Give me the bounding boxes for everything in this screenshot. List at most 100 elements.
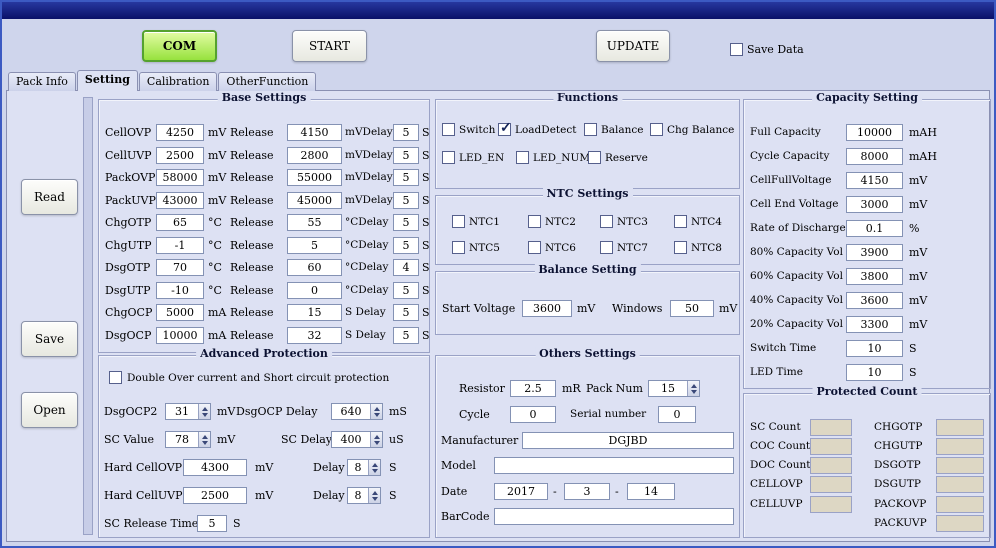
function-balance-checkbox-item[interactable]: Balance bbox=[584, 122, 643, 137]
delay-input[interactable] bbox=[393, 124, 419, 141]
start-button[interactable]: START bbox=[292, 30, 367, 62]
capacity-input[interactable] bbox=[846, 340, 903, 357]
delay-input[interactable] bbox=[393, 237, 419, 254]
save-button[interactable]: Save bbox=[21, 321, 78, 357]
spinner-down-icon[interactable] bbox=[372, 469, 378, 473]
capacity-input[interactable] bbox=[846, 364, 903, 381]
date-day-input[interactable] bbox=[627, 483, 675, 500]
capacity-input[interactable] bbox=[846, 268, 903, 285]
release-input[interactable] bbox=[287, 169, 342, 186]
sc-release-input[interactable] bbox=[197, 515, 227, 532]
param-input[interactable] bbox=[156, 259, 204, 276]
function-switch-checkbox-item[interactable]: Switch bbox=[442, 122, 495, 137]
ntc4-checkbox[interactable] bbox=[674, 215, 687, 228]
title-bar[interactable] bbox=[2, 2, 994, 19]
ntc2-checkbox-item[interactable]: NTC2 bbox=[528, 214, 576, 229]
delay-input[interactable] bbox=[393, 214, 419, 231]
windows-input[interactable] bbox=[670, 300, 714, 317]
hard-celluvp-input[interactable] bbox=[183, 487, 247, 504]
function-loaddetect-checkbox-item[interactable]: LoadDetect bbox=[498, 122, 576, 137]
pack-num-spinner[interactable]: 15 bbox=[648, 380, 700, 397]
function-led-num-checkbox[interactable] bbox=[516, 151, 529, 164]
spinner-up-icon[interactable] bbox=[202, 435, 208, 439]
spinner-buttons[interactable] bbox=[370, 432, 382, 447]
function-switch-checkbox[interactable] bbox=[442, 123, 455, 136]
manufacturer-input[interactable] bbox=[522, 432, 734, 449]
function-balance-checkbox[interactable] bbox=[584, 123, 597, 136]
spinner-buttons[interactable] bbox=[198, 432, 210, 447]
capacity-input[interactable] bbox=[846, 148, 903, 165]
function-chg-balance-checkbox-item[interactable]: Chg Balance bbox=[650, 122, 734, 137]
spinner-down-icon[interactable] bbox=[202, 441, 208, 445]
ntc2-checkbox[interactable] bbox=[528, 215, 541, 228]
hard-uvp-delay-spinner[interactable]: 8 bbox=[347, 487, 381, 504]
ntc5-checkbox-item[interactable]: NTC5 bbox=[452, 240, 500, 255]
spinner-down-icon[interactable] bbox=[691, 390, 697, 394]
release-input[interactable] bbox=[287, 304, 342, 321]
param-input[interactable] bbox=[156, 169, 204, 186]
param-input[interactable] bbox=[156, 282, 204, 299]
spinner-down-icon[interactable] bbox=[372, 497, 378, 501]
delay-input[interactable] bbox=[393, 147, 419, 164]
release-input[interactable] bbox=[287, 192, 342, 209]
param-input[interactable] bbox=[156, 147, 204, 164]
com-button[interactable]: COM bbox=[142, 30, 217, 62]
ntc5-checkbox[interactable] bbox=[452, 241, 465, 254]
spinner-up-icon[interactable] bbox=[372, 463, 378, 467]
delay-input[interactable] bbox=[393, 192, 419, 209]
save-data-checkbox[interactable] bbox=[730, 43, 743, 56]
function-led-en-checkbox-item[interactable]: LED_EN bbox=[442, 150, 504, 165]
param-input[interactable] bbox=[156, 192, 204, 209]
tab-other-function[interactable]: OtherFunction bbox=[218, 72, 316, 91]
barcode-input[interactable] bbox=[494, 508, 734, 525]
capacity-input[interactable] bbox=[846, 316, 903, 333]
function-led-num-checkbox-item[interactable]: LED_NUM bbox=[516, 150, 590, 165]
read-button[interactable]: Read bbox=[21, 179, 78, 215]
save-data-checkbox-item[interactable]: Save Data bbox=[730, 42, 804, 57]
open-button[interactable]: Open bbox=[21, 392, 78, 428]
splitter[interactable] bbox=[83, 97, 93, 535]
release-input[interactable] bbox=[287, 259, 342, 276]
cycle-input[interactable] bbox=[510, 406, 556, 423]
hard-ovp-delay-spinner[interactable]: 8 bbox=[347, 459, 381, 476]
delay-input[interactable] bbox=[393, 169, 419, 186]
spinner-up-icon[interactable] bbox=[372, 491, 378, 495]
dsgocp2-spinner[interactable]: 31 bbox=[165, 403, 211, 420]
spinner-buttons[interactable] bbox=[687, 381, 699, 396]
function-led-en-checkbox[interactable] bbox=[442, 151, 455, 164]
param-input[interactable] bbox=[156, 237, 204, 254]
update-button[interactable]: UPDATE bbox=[596, 30, 670, 62]
release-input[interactable] bbox=[287, 214, 342, 231]
spinner-down-icon[interactable] bbox=[202, 413, 208, 417]
delay-input[interactable] bbox=[393, 304, 419, 321]
double-oc-sc-checkbox[interactable] bbox=[109, 371, 122, 384]
function-loaddetect-checkbox[interactable] bbox=[498, 123, 511, 136]
capacity-input[interactable] bbox=[846, 292, 903, 309]
ntc6-checkbox[interactable] bbox=[528, 241, 541, 254]
delay-input[interactable] bbox=[393, 259, 419, 276]
ntc1-checkbox[interactable] bbox=[452, 215, 465, 228]
param-input[interactable] bbox=[156, 124, 204, 141]
capacity-input[interactable] bbox=[846, 124, 903, 141]
start-voltage-input[interactable] bbox=[522, 300, 572, 317]
model-input[interactable] bbox=[494, 457, 734, 474]
sc-delay-spinner[interactable]: 400 bbox=[331, 431, 383, 448]
resistor-input[interactable] bbox=[510, 380, 556, 397]
tab-setting[interactable]: Setting bbox=[77, 70, 138, 91]
function-reserve-checkbox[interactable] bbox=[588, 151, 601, 164]
hard-cellovp-input[interactable] bbox=[183, 459, 247, 476]
ntc6-checkbox-item[interactable]: NTC6 bbox=[528, 240, 576, 255]
spinner-buttons[interactable] bbox=[368, 488, 380, 503]
sc-value-spinner[interactable]: 78 bbox=[165, 431, 211, 448]
capacity-input[interactable] bbox=[846, 196, 903, 213]
capacity-input[interactable] bbox=[846, 172, 903, 189]
ntc1-checkbox-item[interactable]: NTC1 bbox=[452, 214, 500, 229]
spinner-buttons[interactable] bbox=[370, 404, 382, 419]
ntc8-checkbox-item[interactable]: NTC8 bbox=[674, 240, 722, 255]
delay-input[interactable] bbox=[393, 282, 419, 299]
date-month-input[interactable] bbox=[564, 483, 610, 500]
param-input[interactable] bbox=[156, 214, 204, 231]
spinner-up-icon[interactable] bbox=[374, 407, 380, 411]
spinner-buttons[interactable] bbox=[368, 460, 380, 475]
release-input[interactable] bbox=[287, 147, 342, 164]
